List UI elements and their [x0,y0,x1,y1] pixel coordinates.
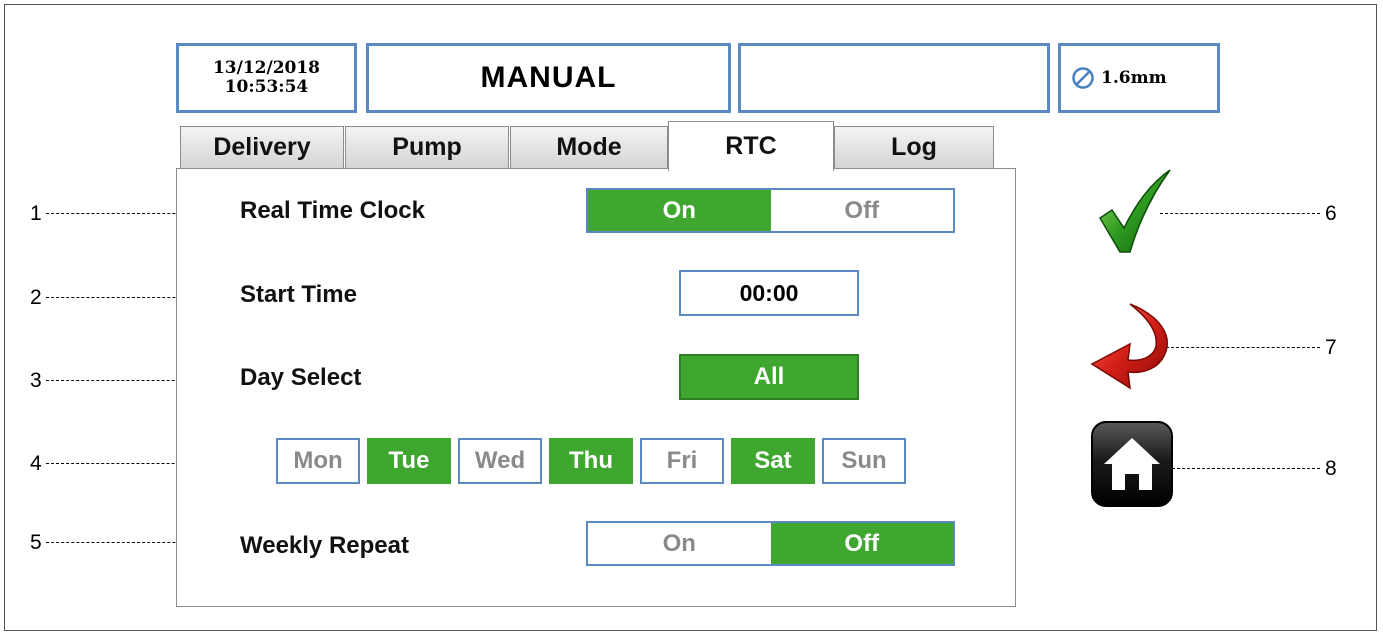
day-tue-button[interactable]: Tue [367,438,451,484]
callout-leader [1166,347,1320,348]
real-time-clock-off-button[interactable]: Off [771,190,954,231]
mode-display: MANUAL [366,43,731,113]
tab-label: Log [891,133,937,161]
day-select-label: Day Select [240,364,362,391]
day-sun-button[interactable]: Sun [822,438,906,484]
diameter-icon [1072,67,1094,89]
real-time-clock-label: Real Time Clock [240,197,425,224]
select-all-days-button[interactable]: All [679,354,859,400]
callout-2: 2 [30,286,42,309]
callout-7: 7 [1325,336,1337,359]
tab-label: Delivery [213,133,311,161]
real-time-clock-on-button[interactable]: On [588,190,771,231]
day-mon-button[interactable]: Mon [276,438,360,484]
weekly-repeat-off-button[interactable]: Off [770,523,953,564]
callout-1: 1 [30,202,42,225]
tab-label: Mode [556,133,622,161]
callout-leader [1160,213,1320,214]
mode-text: MANUAL [480,61,617,94]
callout-5: 5 [30,531,42,554]
back-button[interactable] [1090,302,1174,390]
day-thu-button[interactable]: Thu [549,438,633,484]
wire-size-text: 1.6mm [1101,68,1167,88]
tab-log[interactable]: Log [834,126,994,168]
real-time-clock-toggle: On Off [586,188,955,233]
tab-label: Pump [392,133,462,161]
date-text: 13/12/2018 [212,58,321,78]
day-sat-button[interactable]: Sat [731,438,815,484]
callout-leader [1172,468,1320,469]
callout-3: 3 [30,369,42,392]
tab-pump[interactable]: Pump [345,126,509,168]
tab-delivery[interactable]: Delivery [180,126,344,168]
callout-8: 8 [1325,457,1337,480]
status-display [738,43,1050,113]
start-time-label: Start Time [240,281,357,308]
tab-label: RTC [725,132,777,160]
tab-mode[interactable]: Mode [510,126,668,168]
confirm-button[interactable] [1096,166,1172,256]
wire-size-display: 1.6mm [1058,43,1220,113]
callout-4: 4 [30,452,42,475]
callout-6: 6 [1325,202,1337,225]
weekly-repeat-toggle: On Off [586,521,955,566]
tab-rtc[interactable]: RTC [668,121,834,171]
home-icon [1091,421,1173,507]
home-button[interactable] [1090,420,1174,508]
weekly-repeat-on-button[interactable]: On [588,523,771,564]
day-wed-button[interactable]: Wed [458,438,542,484]
back-arrow-icon [1090,303,1168,390]
weekly-repeat-label: Weekly Repeat [240,532,409,559]
time-text: 10:53:54 [224,77,309,97]
datetime-display: 13/12/2018 10:53:54 [176,43,357,113]
checkmark-icon [1098,169,1171,253]
start-time-field[interactable]: 00:00 [679,270,859,316]
day-fri-button[interactable]: Fri [640,438,724,484]
